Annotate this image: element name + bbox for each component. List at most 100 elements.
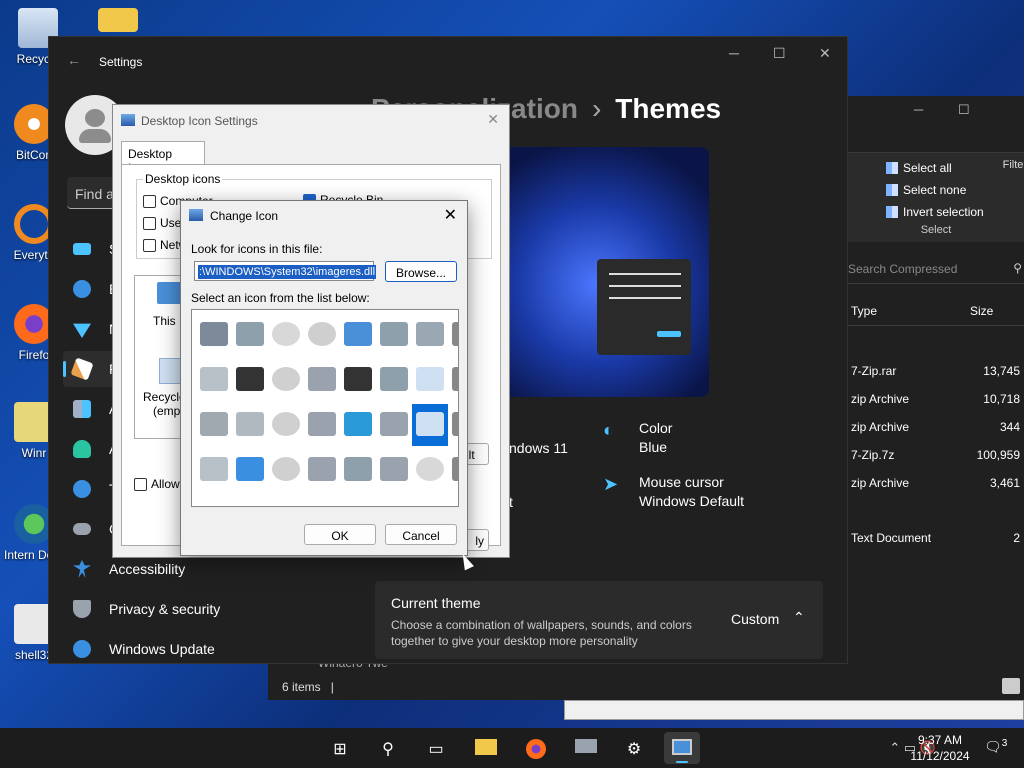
icon-cell-dvd-rom[interactable] <box>268 449 304 491</box>
icon-cell-dvd-disc[interactable] <box>268 314 304 356</box>
icon-cell-partial[interactable] <box>448 404 458 446</box>
details-view-icon[interactable] <box>1002 678 1020 694</box>
column-type[interactable]: Type <box>851 304 877 318</box>
tab-desktop-icons[interactable]: Desktop Icons <box>121 141 205 175</box>
maximize-icon[interactable]: ☐ <box>773 45 786 62</box>
icon-cell-sd-card[interactable] <box>232 359 268 401</box>
select-none-button[interactable]: Select none <box>848 179 1024 201</box>
icon-cell-drive-gray[interactable] <box>196 359 232 401</box>
accessibility-icon <box>73 560 91 578</box>
filter-button[interactable]: Filte <box>1002 159 1024 171</box>
icon-cell-windows-drive[interactable] <box>232 449 268 491</box>
back-arrow-icon[interactable]: ← <box>67 52 81 68</box>
app-button[interactable] <box>568 732 604 764</box>
table-row[interactable]: zip Archive 10,718 <box>848 388 1024 410</box>
icon-cell-dvd-r[interactable] <box>268 359 304 401</box>
desktop-icon-settings-button[interactable] <box>664 732 700 764</box>
start-button[interactable]: ⊞ <box>322 732 358 764</box>
notification-icon[interactable]: 🗨3 <box>984 738 1007 756</box>
dvd-disc-icon <box>272 322 300 346</box>
minimize-icon[interactable]: ─ <box>729 45 739 61</box>
browse-button[interactable]: Browse... <box>385 261 457 282</box>
task-view-button[interactable]: ▭ <box>418 732 454 764</box>
desktop-icon-folder[interactable] <box>88 8 148 36</box>
explorer-caption-buttons: ─ ☐ <box>848 96 1024 126</box>
icon-cell-tablet[interactable] <box>340 404 376 446</box>
chevron-up-icon[interactable]: ⌃ <box>889 740 900 755</box>
icon-cell-dvd-disc[interactable] <box>412 449 448 491</box>
drive-floppy-icon <box>200 322 228 346</box>
table-row[interactable]: zip Archive 344 <box>848 416 1024 438</box>
partial-icon <box>452 322 458 346</box>
invert-selection-button[interactable]: Invert selection <box>848 201 1024 223</box>
select-all-button[interactable]: Select all <box>848 157 1024 179</box>
icon-cell-partial[interactable] <box>448 359 458 401</box>
icon-cell-recycle-bin-selected[interactable] <box>412 404 448 446</box>
drive-x-icon <box>200 412 228 436</box>
clock[interactable]: 9:37 AM 11/12/2024 <box>908 732 972 764</box>
icon-cell-drive-flat[interactable] <box>232 404 268 446</box>
icon-cell-drive-small[interactable] <box>304 449 340 491</box>
icon-cell-printer[interactable] <box>376 404 412 446</box>
sd-card-icon <box>236 367 264 391</box>
icon-cell-printer[interactable] <box>376 449 412 491</box>
windows-drive-icon <box>236 457 264 481</box>
icon-cell-drive-gray[interactable] <box>196 449 232 491</box>
dvd-rom-icon <box>272 457 300 481</box>
icon-cell-printer-check[interactable] <box>376 314 412 356</box>
nav-item-privacy[interactable]: Privacy & security <box>73 591 293 627</box>
icon-cell-recycle-full[interactable] <box>412 359 448 401</box>
checkbox-user[interactable]: User <box>143 216 185 230</box>
icon-cell-network-drive[interactable] <box>340 314 376 356</box>
table-row[interactable]: 7-Zip.7z 100,959 <box>848 444 1024 466</box>
checkbox-allow-themes[interactable]: Allow t <box>134 477 186 491</box>
explorer-search-input[interactable]: Search Compressed ⚲ <box>848 256 1024 284</box>
sound-setting-partial[interactable]: ndows 11 <box>509 439 568 458</box>
icon-cell-printer-green[interactable] <box>412 314 448 356</box>
icon-cell-drive-floppy[interactable] <box>196 314 232 356</box>
drive-small-icon <box>308 412 336 436</box>
maximize-icon[interactable]: ☐ <box>958 102 970 118</box>
icon-cell-drive-small[interactable] <box>304 404 340 446</box>
icon-cell-dvd-ram[interactable] <box>268 404 304 446</box>
icon-cell-printer-check[interactable] <box>376 359 412 401</box>
icon-cell-webcam[interactable] <box>340 359 376 401</box>
partial-icon <box>452 367 458 391</box>
palette-icon: ◐ <box>603 420 614 440</box>
column-size[interactable]: Size <box>970 304 993 318</box>
icon-cell-printer-check[interactable] <box>340 449 376 491</box>
icon-list[interactable] <box>191 309 459 507</box>
icon-cell-dvd-rw[interactable] <box>304 314 340 356</box>
change-icon-dialog: Change Icon ✕ Look for icons in this fil… <box>180 200 468 556</box>
cancel-button[interactable]: Cancel <box>385 524 457 545</box>
icon-cell-drive-green[interactable] <box>232 314 268 356</box>
current-theme-section[interactable]: Current theme Choose a combination of wa… <box>375 581 823 659</box>
icon-file-path-input[interactable]: :\WINDOWS\System32\imageres.dll <box>194 261 377 281</box>
icon-cell-partial[interactable] <box>448 314 458 356</box>
table-row[interactable]: Text Document 2 <box>848 527 1024 549</box>
icon-cell-partial[interactable] <box>448 449 458 491</box>
search-button[interactable]: ⚲ <box>370 732 406 764</box>
chevron-up-icon[interactable]: ⌃ <box>793 609 805 626</box>
ok-button[interactable]: OK <box>304 524 376 545</box>
cursor-icon: ➤ <box>603 474 619 494</box>
folder-icon <box>475 739 497 755</box>
firefox-button[interactable] <box>518 732 554 764</box>
firefox-icon <box>526 739 546 759</box>
mouse-cursor-setting[interactable]: ➤ Mouse cursor Windows Default <box>603 473 744 511</box>
nav-item-windows-update[interactable]: Windows Update <box>73 631 293 667</box>
close-icon[interactable]: ✕ <box>444 205 457 225</box>
minimize-icon[interactable]: ─ <box>914 102 923 117</box>
table-row[interactable]: zip Archive 3,461 <box>848 472 1024 494</box>
close-icon[interactable]: ✕ <box>819 45 831 62</box>
ribbon-group-label: Select <box>920 224 952 236</box>
icon-cell-drive-x[interactable] <box>196 404 232 446</box>
table-row[interactable]: 7-Zip.rar 13,745 <box>848 360 1024 382</box>
close-icon[interactable]: ✕ <box>487 111 499 128</box>
printer-check-icon <box>344 457 372 481</box>
settings-button[interactable]: ⚙ <box>616 732 652 764</box>
dvd-r-icon <box>272 367 300 391</box>
color-setting[interactable]: ◐ Color Blue <box>603 419 672 457</box>
icon-cell-drive-small[interactable] <box>304 359 340 401</box>
file-explorer-button[interactable] <box>468 732 504 764</box>
